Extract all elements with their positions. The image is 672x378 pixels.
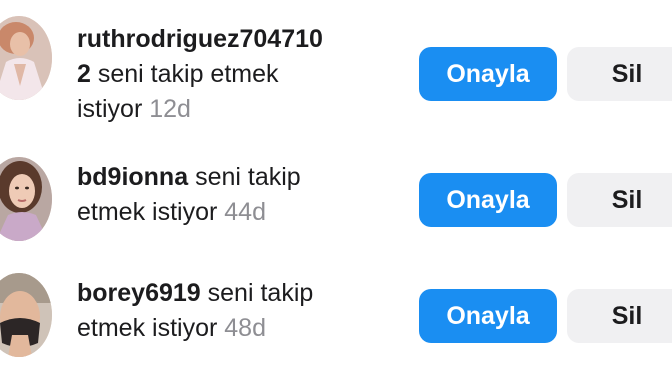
delete-button[interactable]: Sil xyxy=(567,289,672,343)
request-message: seni takip xyxy=(207,279,314,307)
delete-button[interactable]: Sil xyxy=(567,47,672,101)
request-message: seni takip etmek xyxy=(97,60,279,88)
request-text: bd9ionna seni takip etmek istiyor 44d xyxy=(77,160,397,230)
request-text: borey6919 seni takip etmek istiyor 48d xyxy=(77,276,397,346)
timestamp: 44d xyxy=(224,198,266,226)
username[interactable]: borey6919 xyxy=(77,279,201,307)
follow-request-row: bd9ionna seni takip etmek istiyor 44d On… xyxy=(0,140,672,250)
request-message-end: istiyor xyxy=(77,95,143,123)
follow-request-row: ruthrodriguez704710 2 seni takip etmek i… xyxy=(0,0,672,130)
username[interactable]: ruthrodriguez704710 xyxy=(77,25,323,53)
delete-button[interactable]: Sil xyxy=(567,173,672,227)
username-continued[interactable]: 2 xyxy=(77,60,91,88)
timestamp: 12d xyxy=(149,95,191,123)
request-message-end: etmek istiyor xyxy=(77,198,218,226)
avatar[interactable] xyxy=(0,157,52,241)
request-message: seni takip xyxy=(195,163,301,191)
confirm-button[interactable]: Onayla xyxy=(419,47,557,101)
timestamp: 48d xyxy=(224,314,266,342)
follow-request-row: borey6919 seni takip etmek istiyor 48d O… xyxy=(0,256,672,378)
avatar[interactable] xyxy=(0,16,52,100)
confirm-button[interactable]: Onayla xyxy=(419,289,557,343)
username[interactable]: bd9ionna xyxy=(77,163,188,191)
request-message-end: etmek istiyor xyxy=(77,314,218,342)
confirm-button[interactable]: Onayla xyxy=(419,173,557,227)
avatar[interactable] xyxy=(0,273,52,357)
request-text: ruthrodriguez704710 2 seni takip etmek i… xyxy=(77,22,397,127)
